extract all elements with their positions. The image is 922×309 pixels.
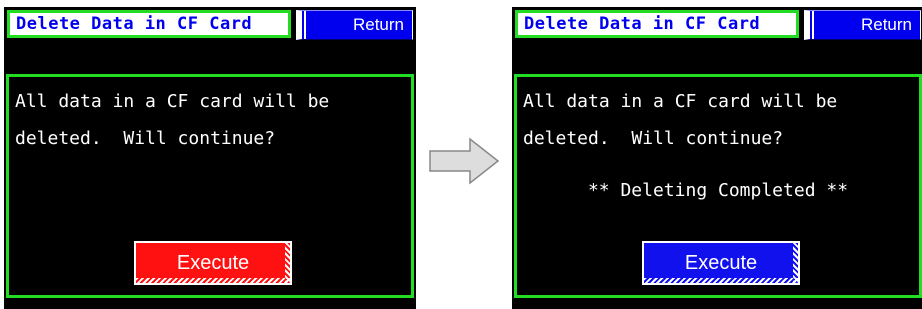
page-title: Delete Data in CF Card <box>524 14 761 34</box>
return-button-label: Return <box>352 15 404 34</box>
execute-button[interactable]: Execute <box>134 241 292 285</box>
title-bar: Delete Data in CF Card <box>7 10 291 38</box>
screen-after: Delete Data in CF Card Return All data i… <box>512 7 922 309</box>
return-button[interactable]: Return <box>804 10 921 40</box>
right-arrow-icon <box>429 137 500 185</box>
execute-button-label: Execute <box>176 251 250 274</box>
confirmation-message: All data in a CF card will be deleted. W… <box>523 91 838 149</box>
page-title: Delete Data in CF Card <box>16 14 253 34</box>
execute-button-label: Execute <box>684 251 758 274</box>
confirmation-message: All data in a CF card will be deleted. W… <box>15 91 330 149</box>
return-button[interactable]: Return <box>296 10 413 40</box>
title-bar: Delete Data in CF Card <box>515 10 799 38</box>
message-panel: All data in a CF card will be deleted. W… <box>514 74 922 298</box>
status-text: ** Deleting Completed ** <box>587 180 849 201</box>
execute-button[interactable]: Execute <box>642 241 800 285</box>
screen-before: Delete Data in CF Card Return All data i… <box>4 7 416 309</box>
message-panel: All data in a CF card will be deleted. W… <box>6 74 414 298</box>
return-button-label: Return <box>860 15 912 34</box>
